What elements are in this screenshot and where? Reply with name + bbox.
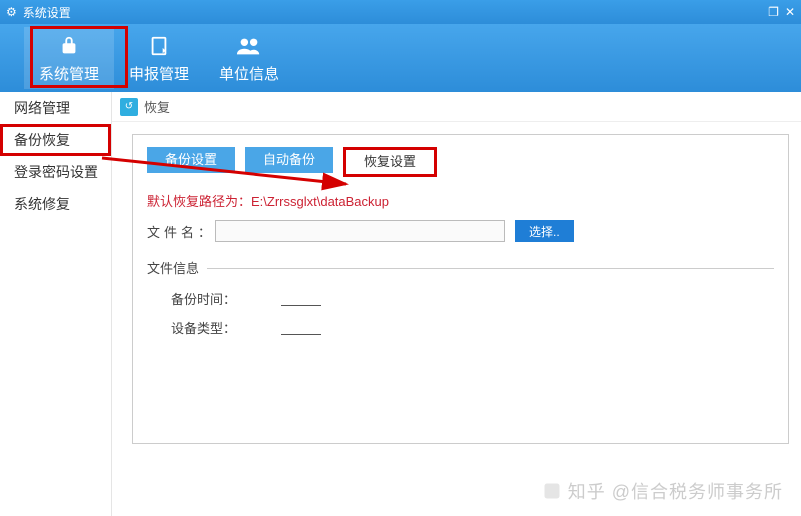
select-button-label: 选择.. (529, 225, 560, 239)
file-row: 文件名： 选择.. (147, 220, 774, 242)
breadcrumb-label: 恢复 (144, 97, 170, 116)
toolbar-label: 系统管理 (39, 63, 99, 84)
sidebar-item-label: 网络管理 (14, 100, 70, 116)
sidebar: 网络管理 备份恢复 登录密码设置 系统修复 (0, 92, 112, 516)
sidebar-item-label: 备份恢复 (14, 132, 70, 148)
toolbar-unit-info[interactable]: 单位信息 (204, 27, 294, 89)
tab-label: 恢复设置 (364, 154, 416, 169)
lock-icon (58, 33, 80, 59)
users-icon (236, 33, 262, 59)
content-area: ↺ 恢复 备份设置 自动备份 恢复设置 默认恢复路径为：E:\Zrrssglxt… (112, 92, 801, 516)
sidebar-item-label: 登录密码设置 (14, 164, 98, 180)
sidebar-item-backup-restore[interactable]: 备份恢复 (0, 124, 111, 156)
tab-bar: 备份设置 自动备份 恢复设置 (147, 147, 774, 177)
breadcrumb: ↺ 恢复 (112, 92, 801, 122)
watermark-text: 知乎 @信合税务师事务所 (568, 478, 783, 504)
gear-icon: ⚙ (6, 5, 17, 19)
panel: 备份设置 自动备份 恢复设置 默认恢复路径为：E:\Zrrssglxt\data… (132, 134, 789, 444)
device-type-value (281, 321, 321, 335)
sidebar-item-label: 系统修复 (14, 196, 70, 212)
toolbar: 系统管理 申报管理 单位信息 (0, 24, 801, 92)
backup-time-value (281, 292, 321, 306)
tab-label: 自动备份 (263, 152, 315, 167)
sidebar-item-repair[interactable]: 系统修复 (0, 188, 111, 220)
fileinfo-label: 文件信息 (147, 258, 199, 277)
close-button[interactable]: ✕ (785, 5, 795, 19)
body: 网络管理 备份恢复 登录密码设置 系统修复 ↺ 恢复 备份设置 自动备份 恢复设… (0, 92, 801, 516)
backup-time-row: 备份时间： (147, 289, 774, 308)
toolbar-label: 申报管理 (129, 63, 189, 84)
device-type-row: 设备类型： (147, 318, 774, 337)
tab-label: 备份设置 (165, 152, 217, 167)
watermark: 知乎 @信合税务师事务所 (542, 478, 783, 504)
toolbar-label: 单位信息 (219, 63, 279, 84)
maximize-button[interactable]: ❐ (768, 5, 779, 19)
restore-icon: ↺ (120, 98, 138, 116)
sidebar-item-network[interactable]: 网络管理 (0, 92, 111, 124)
default-path-text: 默认恢复路径为：E:\Zrrssglxt\dataBackup (147, 191, 774, 210)
titlebar: ⚙ 系统设置 ❐ ✕ (0, 0, 801, 24)
sidebar-item-password[interactable]: 登录密码设置 (0, 156, 111, 188)
tab-restore-settings[interactable]: 恢复设置 (343, 147, 437, 177)
tab-backup-settings[interactable]: 备份设置 (147, 147, 235, 173)
window-title: 系统设置 (23, 4, 71, 21)
toolbar-system-manage[interactable]: 系统管理 (24, 27, 114, 89)
file-label: 文件名： (147, 222, 211, 241)
device-type-label: 设备类型： (171, 318, 251, 337)
select-button[interactable]: 选择.. (515, 220, 574, 242)
form-icon (148, 33, 170, 59)
tab-auto-backup[interactable]: 自动备份 (245, 147, 333, 173)
file-input[interactable] (215, 220, 505, 242)
backup-time-label: 备份时间： (171, 289, 251, 308)
toolbar-declare-manage[interactable]: 申报管理 (114, 27, 204, 89)
